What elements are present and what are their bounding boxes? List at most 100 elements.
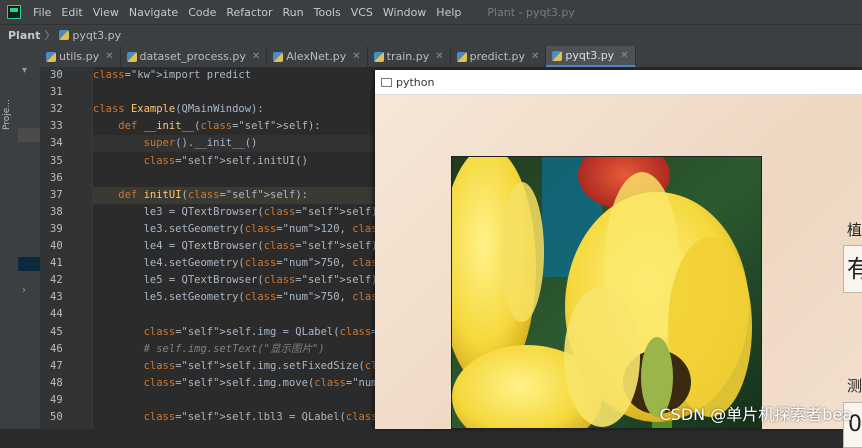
tab-train[interactable]: train.py ✕ <box>368 46 451 67</box>
line-number: 32 <box>50 103 63 116</box>
code-line[interactable]: class="self">self.lbl3 = QLabel(class="s… <box>93 409 603 426</box>
project-tree-selected-row[interactable] <box>18 257 40 271</box>
line-number: 42 <box>50 274 63 287</box>
menu-bar: File Edit View Navigate Code Refactor Ru… <box>0 0 862 24</box>
line-number: 40 <box>50 240 63 252</box>
line-number: 33 <box>50 120 63 133</box>
breadcrumb-separator: 〉 <box>44 29 56 42</box>
python-file-icon <box>456 51 467 62</box>
tab-label: dataset_process.py <box>139 50 246 63</box>
plant-image <box>451 156 762 429</box>
code-line[interactable] <box>93 170 383 187</box>
line-number: 46 <box>50 342 63 355</box>
python-file-icon <box>273 51 284 62</box>
line-number: 41 <box>50 257 63 270</box>
line-number: 37 <box>50 188 63 201</box>
menu-navigate[interactable]: Navigate <box>129 6 178 19</box>
tulip-photo <box>452 157 761 428</box>
test-accuracy-label: 测 <box>847 377 862 395</box>
project-tool-button[interactable]: Proje... <box>2 95 16 135</box>
tab-alexnet[interactable]: AlexNet.py ✕ <box>267 46 368 67</box>
breadcrumb-project[interactable]: Plant <box>8 29 40 42</box>
menu-file[interactable]: File <box>33 6 51 19</box>
line-number: 36 <box>50 171 63 184</box>
code-line[interactable]: super().__init__() <box>93 135 383 153</box>
code-line[interactable]: le4.setGeometry(class="num">750, class="… <box>93 255 662 272</box>
close-icon[interactable]: ✕ <box>252 51 260 62</box>
code-line[interactable]: le5.setGeometry(class="num">750, class="… <box>93 289 662 306</box>
editor-tab-bar: utils.py ✕ dataset_process.py ✕ AlexNet.… <box>40 45 862 67</box>
python-file-icon <box>59 30 70 40</box>
chevron-right-icon[interactable]: › <box>22 285 26 296</box>
line-number: 47 <box>50 359 63 372</box>
code-line[interactable]: le4 = QTextBrowser(class="self">self) #植… <box>93 238 460 255</box>
watermark: CSDN @单片机探索者bea <box>659 405 852 424</box>
breadcrumb: Plant 〉 pyqt3.py <box>0 24 862 45</box>
window-title: Plant - pyqt3.py <box>487 5 575 19</box>
line-number: 38 <box>50 205 63 218</box>
code-line[interactable]: # self.img.setText("显示图片") <box>93 341 383 358</box>
close-icon[interactable]: ✕ <box>105 51 113 62</box>
python-window-titlebar[interactable]: python <box>375 70 862 95</box>
tab-predict[interactable]: predict.py ✕ <box>451 46 547 67</box>
code-line[interactable]: class="kw">import predict <box>93 67 383 84</box>
menu-window[interactable]: Window <box>383 6 426 19</box>
line-number: 34 <box>50 137 63 150</box>
line-number-gutter: 30 31 32 33 34 35 36 37 38 39 40 41 42 43 44 45 46 47 48 49… <box>40 67 93 429</box>
code-line[interactable]: class Example(QMainWindow): <box>93 101 383 118</box>
menu-help[interactable]: Help <box>436 6 461 19</box>
chevron-down-icon[interactable]: ▾ <box>22 65 27 76</box>
tab-pyqt3[interactable]: pyqt3.py ✕ <box>546 46 636 67</box>
tab-label: pyqt3.py <box>565 49 615 62</box>
line-number: 39 <box>50 222 63 235</box>
line-number: 49 <box>50 393 63 406</box>
close-icon[interactable]: ✕ <box>531 51 539 62</box>
line-number: 35 <box>50 154 63 167</box>
code-line[interactable] <box>93 392 383 409</box>
python-file-icon <box>46 51 56 62</box>
menu-vcs[interactable]: VCS <box>351 6 373 19</box>
project-pane: ▾ › <box>18 45 40 429</box>
code-line[interactable]: class="self">self.initUI() <box>93 153 383 170</box>
tab-label: AlexNet.py <box>286 50 347 63</box>
breadcrumb-file[interactable]: pyqt3.py <box>72 29 121 42</box>
line-number: 30 <box>50 69 63 81</box>
python-window-client: 植 有 测 0 <box>375 95 862 448</box>
line-number: 44 <box>50 308 63 321</box>
menu-edit[interactable]: Edit <box>61 6 82 19</box>
tool-window-strip: Proje... <box>0 45 19 429</box>
plant-name-label: 植 <box>847 221 862 239</box>
code-line[interactable]: def initUI(class="self">self): <box>93 186 383 204</box>
project-tree-hover-row[interactable] <box>18 128 40 142</box>
code-line[interactable]: le5 = QTextBrowser(class="self">self) #测… <box>93 272 460 289</box>
menu-run[interactable]: Run <box>283 6 304 19</box>
menu-code[interactable]: Code <box>188 6 216 19</box>
tab-dataset-process[interactable]: dataset_process.py ✕ <box>121 46 268 67</box>
python-file-icon <box>552 50 563 61</box>
line-number: 48 <box>50 376 63 389</box>
code-line[interactable] <box>93 306 383 323</box>
code-line[interactable] <box>93 84 383 101</box>
python-app-window[interactable]: python 植 测 0 <box>375 70 862 448</box>
code-line[interactable]: def __init__(class="self">self): <box>93 118 383 135</box>
code-editor[interactable]: class="kw">import predict class Example(Q… <box>93 67 669 429</box>
code-line[interactable]: class="self">self.img = QLabel(class="se… <box>93 324 454 341</box>
window-icon <box>381 77 392 87</box>
python-file-icon <box>126 51 137 62</box>
close-icon[interactable]: ✕ <box>352 51 360 62</box>
tab-label: train.py <box>386 50 430 63</box>
line-number: 45 <box>50 325 63 338</box>
line-number: 31 <box>50 86 63 99</box>
close-icon[interactable]: ✕ <box>435 51 443 62</box>
code-line[interactable]: le3 = QTextBrowser(class="self">self) #植… <box>93 204 460 221</box>
code-line[interactable]: class="self">self.img.setFixedSize(class… <box>93 358 574 375</box>
menu-refactor[interactable]: Refactor <box>226 6 272 19</box>
line-number: 43 <box>50 291 63 304</box>
code-line[interactable]: class="self">self.img.move(class="num">1… <box>93 375 523 392</box>
tab-utils[interactable]: utils.py ✕ <box>40 46 121 67</box>
menu-tools[interactable]: Tools <box>314 6 341 19</box>
code-line[interactable]: le3.setGeometry(class="num">120, class="… <box>93 221 669 238</box>
plant-name-textbrowser[interactable]: 有 <box>843 245 862 293</box>
close-icon[interactable]: ✕ <box>620 50 628 61</box>
menu-view[interactable]: View <box>93 6 119 19</box>
